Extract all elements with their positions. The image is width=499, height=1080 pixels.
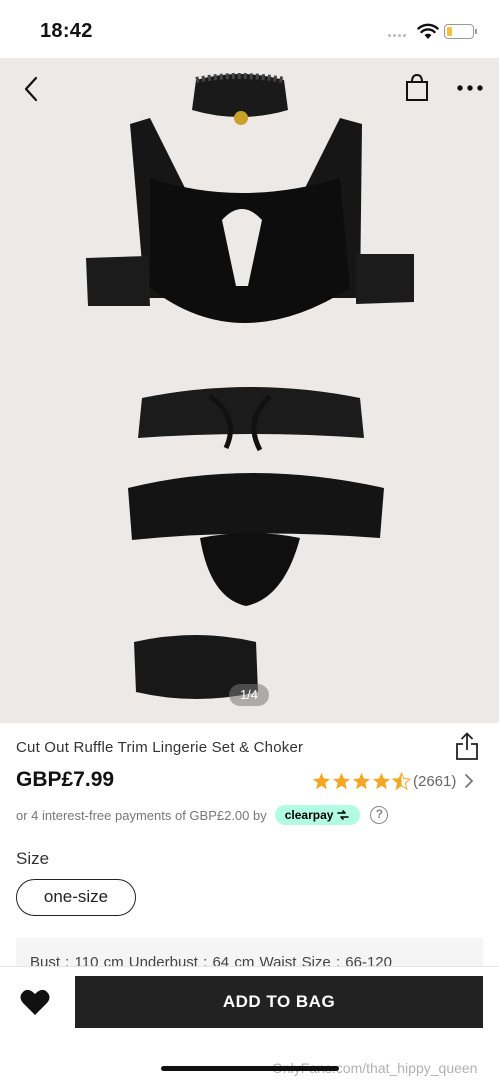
bottom-image	[128, 387, 384, 606]
star-icon	[372, 772, 391, 789]
battery-icon	[444, 24, 477, 39]
star-icon	[332, 772, 351, 789]
chevron-right-icon	[465, 774, 474, 788]
product-price: GBP£7.99	[16, 768, 115, 791]
wifi-icon	[417, 23, 439, 39]
clearpay-label: clearpay	[284, 808, 334, 822]
more-dots-icon[interactable]	[455, 76, 485, 100]
rating-stars	[312, 771, 411, 791]
choker-image	[192, 73, 288, 125]
clearpay-arrows-icon	[337, 810, 350, 820]
rating-summary[interactable]: (2661)	[312, 770, 476, 792]
bottom-action-bar: ADD TO BAG OnlyFans.com/that_hippy_queen	[0, 966, 499, 1080]
star-icon	[312, 772, 331, 789]
add-to-bag-button[interactable]: ADD TO BAG	[75, 976, 483, 1028]
product-title: Cut Out Ruffle Trim Lingerie Set & Choke…	[16, 739, 304, 756]
share-icon[interactable]	[454, 731, 480, 761]
back-chevron-icon[interactable]	[18, 74, 46, 104]
signal-icon	[388, 34, 406, 37]
size-option-one-size[interactable]: one-size	[16, 879, 136, 916]
rating-count: (2661)	[413, 772, 457, 790]
shopping-bag-icon[interactable]	[403, 72, 431, 102]
help-icon[interactable]: ?	[370, 806, 389, 824]
size-label: Size	[16, 849, 50, 868]
installment-info: or 4 interest-free payments of GBP£2.00 …	[16, 805, 389, 825]
product-gallery[interactable]: 1/4	[0, 58, 499, 723]
clearpay-badge[interactable]: clearpay	[274, 805, 361, 825]
star-icon	[352, 772, 371, 789]
home-indicator	[161, 1066, 339, 1071]
status-bar: 18:42	[0, 0, 499, 58]
heart-icon[interactable]	[19, 987, 51, 1017]
gallery-pager: 1/4	[229, 684, 269, 706]
installment-text: or 4 interest-free payments of GBP£2.00 …	[16, 807, 267, 823]
bra-image	[86, 118, 414, 323]
product-image	[86, 73, 414, 699]
status-time: 18:42	[40, 20, 93, 42]
half-star-icon	[392, 771, 411, 790]
